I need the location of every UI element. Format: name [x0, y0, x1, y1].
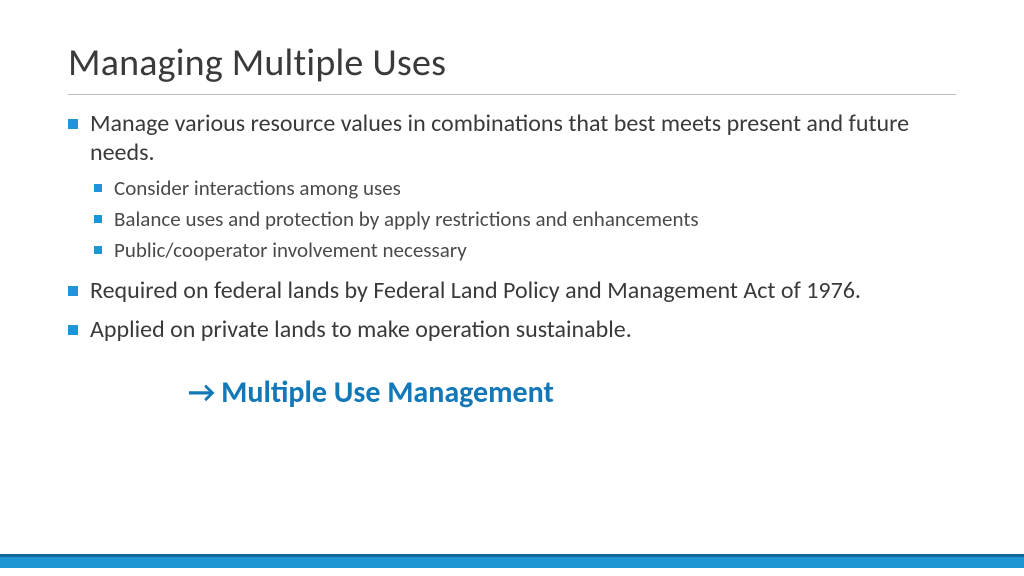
bullet-text: Applied on private lands to make operati…	[90, 315, 632, 344]
bullet-list: Manage various resource values in combin…	[68, 109, 956, 344]
slide-title: Managing Multiple Uses	[68, 40, 956, 86]
callout-heading: →Multiple Use Management	[188, 374, 956, 411]
list-item: Balance uses and protection by apply res…	[94, 205, 956, 234]
bullet-text: Public/cooperator involvement necessary	[114, 237, 467, 263]
list-item: Applied on private lands to make operati…	[68, 315, 956, 344]
title-divider	[68, 94, 956, 95]
list-item: Required on federal lands by Federal Lan…	[68, 276, 956, 305]
callout-text: Multiple Use Management	[221, 374, 554, 411]
list-item: Consider interactions among uses	[94, 174, 956, 203]
footer-accent-bar	[0, 554, 1024, 568]
arrow-right-icon: →	[188, 374, 215, 411]
bullet-text: Consider interactions among uses	[114, 175, 401, 201]
bullet-text: Required on federal lands by Federal Lan…	[90, 276, 861, 305]
list-item: Public/cooperator involvement necessary	[94, 236, 956, 265]
sub-bullet-list: Consider interactions among uses Balance…	[90, 174, 956, 266]
bullet-text: Balance uses and protection by apply res…	[114, 206, 699, 232]
slide-body: Managing Multiple Uses Manage various re…	[0, 0, 1024, 411]
bullet-text: Manage various resource values in combin…	[90, 109, 909, 167]
list-item: Manage various resource values in combin…	[68, 109, 956, 266]
